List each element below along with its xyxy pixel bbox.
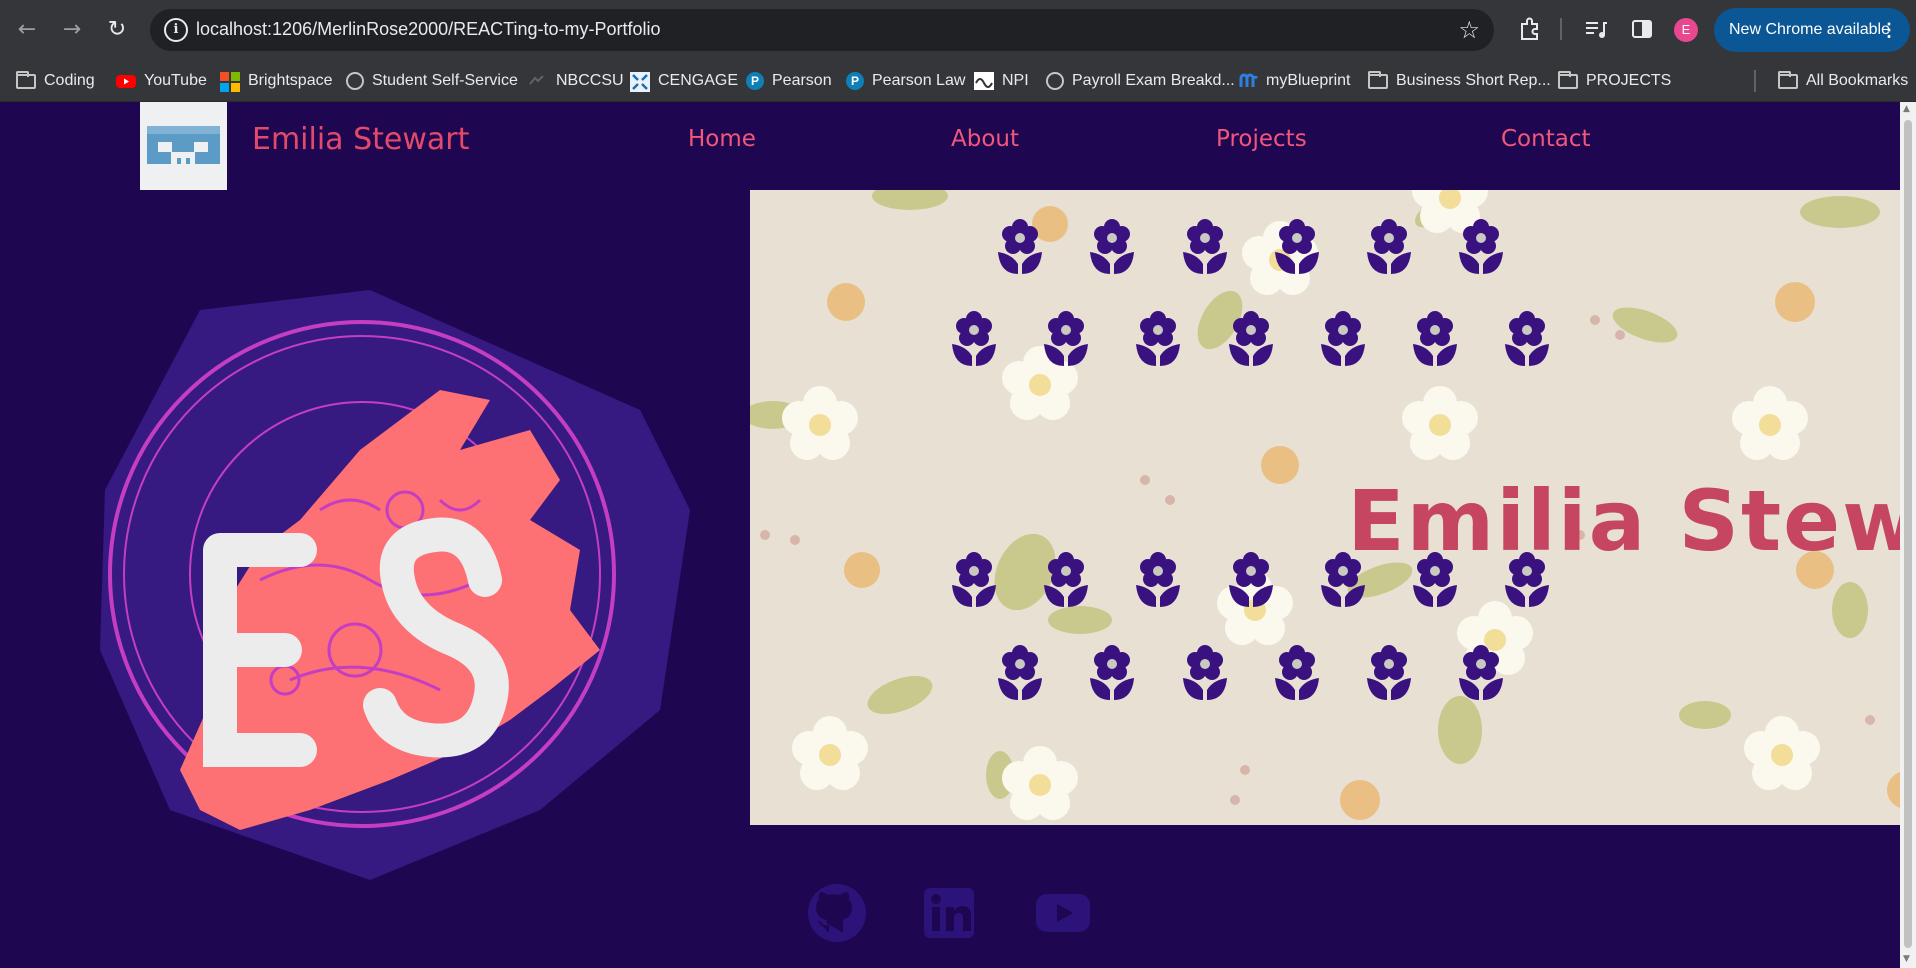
bookmark-payroll[interactable]: Payroll Exam Breakd...	[1046, 70, 1235, 92]
purple-flower	[1321, 311, 1365, 366]
bookmark-nbccsu[interactable]: NBCCSU	[528, 70, 624, 92]
purple-flower	[1183, 645, 1227, 700]
media-controls-icon[interactable]	[1582, 16, 1610, 44]
bookmark-pearson-law[interactable]: P Pearson Law	[846, 70, 965, 92]
scroll-thumb[interactable]	[1904, 120, 1912, 948]
myblueprint-icon	[1238, 72, 1258, 90]
purple-flower	[1090, 645, 1134, 700]
portfolio-page: Emilia Stewart Home About Projects Conta…	[0, 102, 1900, 968]
nav-home[interactable]: Home	[688, 126, 756, 152]
purple-flower	[1229, 311, 1273, 366]
site-logo[interactable]	[140, 102, 227, 190]
new-chrome-available-button[interactable]: New Chrome available ⋮	[1714, 8, 1910, 52]
purple-flower	[1136, 311, 1180, 366]
folder-icon	[1368, 70, 1388, 89]
purple-flower	[1183, 219, 1227, 274]
es-monogram-logo	[100, 290, 690, 880]
folder-icon	[16, 70, 36, 89]
purple-flower	[1275, 219, 1319, 274]
cengage-icon	[630, 72, 650, 92]
purple-flower	[998, 219, 1042, 274]
purple-flower	[1367, 219, 1411, 274]
back-button[interactable]: ←	[12, 14, 42, 44]
address-bar[interactable]: i localhost:1206/MerlinRose2000/REACTing…	[150, 9, 1494, 51]
site-info-icon[interactable]: i	[164, 18, 188, 42]
bookmark-pearson[interactable]: P Pearson	[746, 70, 832, 92]
bookmark-npi[interactable]: NPI	[974, 70, 1029, 92]
bookmark-star-icon[interactable]: ☆	[1458, 16, 1480, 44]
bookmarks-separator	[1754, 70, 1756, 92]
purple-flower	[1367, 645, 1411, 700]
globe-icon	[346, 72, 364, 90]
brand-name[interactable]: Emilia Stewart	[252, 122, 469, 157]
folder-icon	[1558, 70, 1578, 89]
page-scrollbar[interactable]: ▲ ▼	[1900, 102, 1916, 968]
pearson-icon: P	[746, 72, 764, 90]
bookmark-label: Pearson	[772, 72, 832, 89]
reload-button[interactable]: ↻	[102, 14, 132, 44]
bookmark-label: Student Self-Service	[372, 72, 518, 89]
profile-avatar[interactable]: E	[1674, 18, 1698, 42]
bookmark-business-short-rep[interactable]: Business Short Rep...	[1368, 70, 1551, 92]
forward-button[interactable]: →	[57, 14, 87, 44]
more-options-icon[interactable]: ⋮	[1880, 8, 1898, 52]
bookmark-label: Pearson Law	[872, 72, 966, 89]
github-icon[interactable]	[806, 882, 868, 944]
hero-title: Emilia Stewart	[1347, 472, 1900, 570]
purple-flower	[1459, 219, 1503, 274]
purple-flower	[1505, 311, 1549, 366]
bookmark-label: Brightspace	[248, 72, 333, 89]
update-label: New Chrome available	[1729, 21, 1890, 38]
bookmark-label: NBCCSU	[556, 72, 624, 89]
purple-flower	[1044, 311, 1088, 366]
scroll-down-arrow[interactable]: ▼	[1903, 954, 1910, 964]
scroll-up-arrow[interactable]: ▲	[1903, 104, 1910, 114]
purple-flower	[1413, 311, 1457, 366]
purple-flower	[1275, 645, 1319, 700]
hero-banner: Emilia Stewart	[750, 190, 1900, 825]
bookmark-label: PROJECTS	[1586, 72, 1672, 89]
linkedin-icon[interactable]	[918, 882, 980, 944]
npi-icon	[974, 72, 994, 90]
bookmark-myblueprint[interactable]: myBlueprint	[1238, 70, 1350, 92]
bookmark-label: myBlueprint	[1266, 72, 1351, 89]
nbccsu-icon	[528, 72, 548, 90]
bookmark-label: Payroll Exam Breakd...	[1072, 72, 1235, 89]
nav-projects[interactable]: Projects	[1216, 126, 1307, 152]
bookmark-label: All Bookmarks	[1806, 72, 1909, 89]
extensions-icon[interactable]	[1516, 16, 1544, 44]
bookmark-coding[interactable]: Coding	[16, 70, 95, 92]
bookmark-label: Business Short Rep...	[1396, 72, 1551, 89]
bookmark-youtube[interactable]: YouTube	[116, 70, 207, 92]
all-bookmarks[interactable]: All Bookmarks	[1778, 70, 1908, 92]
url-text[interactable]: localhost:1206/MerlinRose2000/REACTing-t…	[196, 19, 661, 40]
bookmark-brightspace[interactable]: Brightspace	[220, 70, 333, 92]
youtube-icon[interactable]	[1032, 882, 1094, 944]
purple-flower	[1459, 645, 1503, 700]
pearson-icon: P	[846, 72, 864, 90]
purple-flower	[998, 645, 1042, 700]
side-panel-icon[interactable]	[1628, 16, 1656, 44]
globe-icon	[1046, 72, 1064, 90]
microsoft-icon	[220, 72, 240, 92]
bookmark-student-self-service[interactable]: Student Self-Service	[346, 70, 518, 92]
toolbar-separator	[1560, 18, 1562, 40]
bookmark-projects[interactable]: PROJECTS	[1558, 70, 1671, 92]
nav-about[interactable]: About	[951, 126, 1019, 152]
bookmark-label: Coding	[44, 72, 95, 89]
bookmarks-bar: Coding YouTube Brightspace Student Self-…	[0, 60, 1916, 102]
bookmark-label: YouTube	[144, 72, 207, 89]
bookmark-label: CENGAGE	[658, 72, 739, 89]
youtube-icon	[116, 72, 136, 90]
bookmark-cengage[interactable]: CENGAGE	[630, 70, 738, 92]
purple-flower	[952, 311, 996, 366]
purple-flower	[952, 552, 996, 607]
bookmark-label: NPI	[1002, 72, 1029, 89]
purple-flower	[1090, 219, 1134, 274]
nav-contact[interactable]: Contact	[1501, 126, 1590, 152]
browser-toolbar: ← → ↻ i localhost:1206/MerlinRose2000/RE…	[0, 0, 1916, 60]
folder-icon	[1778, 70, 1798, 89]
